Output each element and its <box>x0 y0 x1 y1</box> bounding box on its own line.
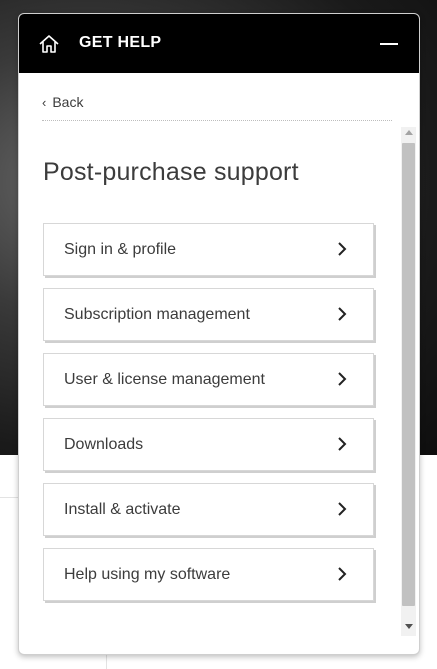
background-divider <box>0 497 18 498</box>
option-label: User & license management <box>64 371 265 388</box>
option-help-using-software[interactable]: Help using my software <box>43 548 374 601</box>
back-label: Back <box>52 94 84 110</box>
panel-header: GET HELP <box>19 14 419 73</box>
chevron-right-icon <box>338 567 347 581</box>
scrollbar[interactable] <box>401 127 416 636</box>
option-sign-in-profile[interactable]: Sign in & profile <box>43 223 374 276</box>
home-icon[interactable] <box>38 34 60 54</box>
option-user-license-management[interactable]: User & license management <box>43 353 374 406</box>
minimize-button[interactable] <box>375 30 403 58</box>
option-subscription-management[interactable]: Subscription management <box>43 288 374 341</box>
page-title: Post-purchase support <box>43 158 299 186</box>
option-label: Downloads <box>64 436 144 453</box>
scroll-up-arrow-icon[interactable] <box>405 130 413 135</box>
option-label: Install & activate <box>64 501 181 518</box>
chevron-right-icon <box>338 502 347 516</box>
divider <box>42 120 392 121</box>
option-install-activate[interactable]: Install & activate <box>43 483 374 536</box>
get-help-panel: GET HELP ‹ Back Post-purchase support Si… <box>18 13 420 655</box>
minimize-icon <box>380 43 398 45</box>
chevron-right-icon <box>338 307 347 321</box>
back-link[interactable]: ‹ Back <box>42 94 83 110</box>
option-label: Sign in & profile <box>64 241 177 258</box>
panel-title: GET HELP <box>79 34 162 51</box>
option-downloads[interactable]: Downloads <box>43 418 374 471</box>
scroll-down-arrow-icon[interactable] <box>405 624 413 629</box>
chevron-right-icon <box>338 437 347 451</box>
scrollbar-thumb[interactable] <box>402 143 415 606</box>
chevron-right-icon <box>338 372 347 386</box>
option-label: Subscription management <box>64 306 250 323</box>
chevron-left-icon: ‹ <box>42 94 47 110</box>
chevron-right-icon <box>338 242 347 256</box>
option-label: Help using my software <box>64 566 231 583</box>
